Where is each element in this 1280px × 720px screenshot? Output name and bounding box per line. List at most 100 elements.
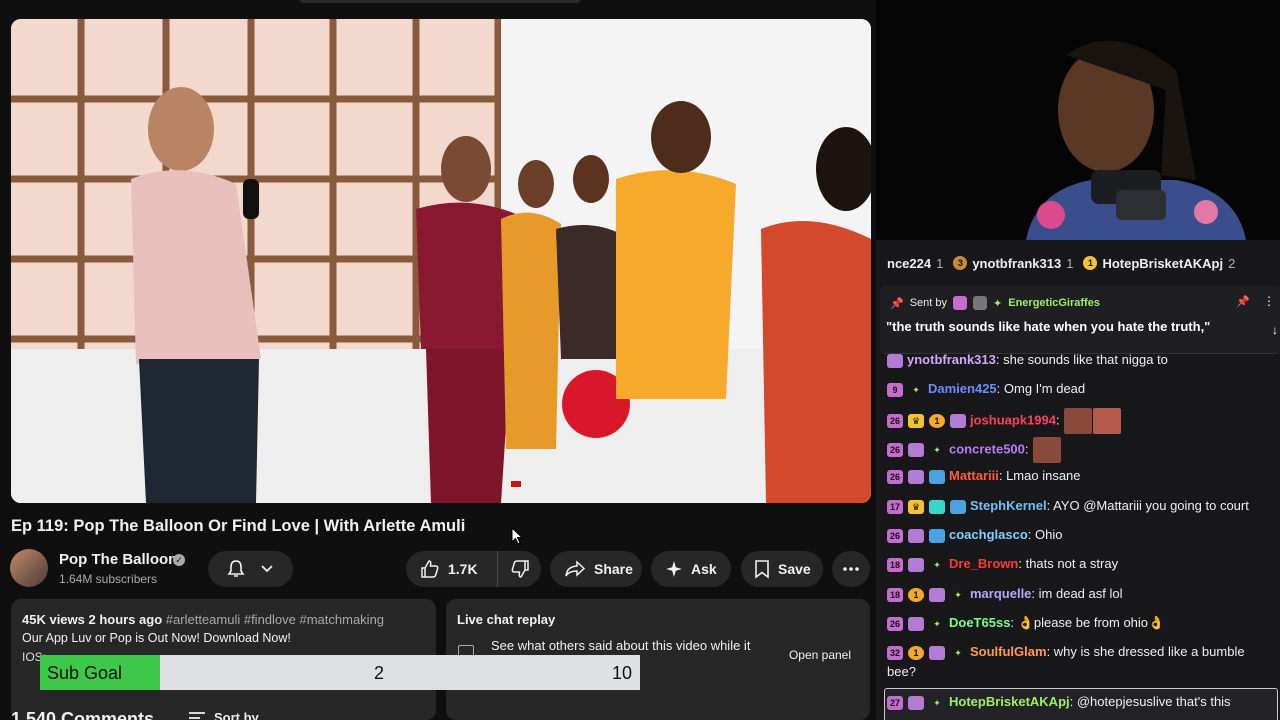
chat-username[interactable]: HotepBrisketAKApj — [949, 694, 1070, 709]
hype-count: 1 — [1066, 255, 1074, 271]
pinned-message[interactable]: 📌 Sent by ✦ EnergeticGiraffes "the truth… — [880, 286, 1280, 354]
chat-message: 26 coachglasco: Ohio — [887, 525, 1276, 545]
gift-badge-icon — [950, 414, 966, 428]
chat-username[interactable]: joshuapk1994 — [970, 412, 1056, 427]
months-badge-icon: 26 — [887, 528, 903, 543]
chat-message: 26 Mattariii: Lmao insane — [887, 466, 1276, 486]
ask-label: Ask — [691, 561, 717, 577]
chat-username[interactable]: Mattariii — [949, 468, 999, 483]
more-vertical-icon[interactable]: ⋮ — [1263, 294, 1275, 308]
ask-button[interactable]: Ask — [651, 551, 731, 587]
bits-badge-icon — [929, 499, 945, 514]
gift-badge-icon — [887, 353, 903, 368]
badge-number: 26 — [889, 445, 900, 455]
chat-message: 27 ✦ HotepBrisketAKApj: @hotepjesuslive th… — [887, 692, 1276, 712]
chat-username[interactable]: SoulfulGlam — [970, 644, 1047, 659]
badge-group: 32 1 ✦ — [887, 645, 966, 660]
star-badge-icon: ✦ — [933, 445, 941, 455]
chat-message: 9 ✦ Damien425: Omg I'm dead — [887, 379, 1276, 399]
hashtags[interactable]: #arletteamuli #findlove #matchmaking — [166, 612, 384, 627]
separator: : — [1069, 694, 1077, 709]
badge-group: 26 — [887, 469, 945, 484]
gift-badge-icon — [929, 587, 945, 602]
pin-small-icon: 📌 — [890, 297, 904, 310]
dislike-button[interactable] — [498, 551, 541, 587]
months-badge-icon: 9 — [887, 382, 903, 397]
share-button[interactable]: Share — [550, 551, 642, 587]
chat-username[interactable]: StephKernel — [970, 498, 1047, 513]
like-button[interactable]: 1.7K — [406, 551, 498, 587]
sub-goal-target: 10 — [611, 663, 632, 683]
webcam-feed — [876, 0, 1280, 240]
separator: : — [1024, 441, 1033, 457]
chat-username[interactable]: DoeT65ss — [949, 615, 1010, 630]
more-dots-icon — [843, 567, 859, 571]
chat-text: Ohio — [1035, 527, 1063, 542]
chat-text: 👌please be from ohio👌 — [1017, 615, 1165, 630]
youtube-page: Ep 119: Pop The Balloon Or Find Love | W… — [0, 0, 876, 720]
chat-username[interactable]: coachglasco — [949, 527, 1028, 542]
gift-badge-icon — [908, 557, 924, 572]
months-badge-icon: 26 — [887, 616, 903, 631]
views-and-time: 45K views 2 hours ago — [22, 612, 163, 627]
hype-count: 2 — [1228, 255, 1236, 271]
thumbs-down-icon — [511, 560, 529, 578]
chat-message: 17 ♛ StephKernel: AYO @Mattariii you going… — [887, 496, 1276, 516]
hype-count: 1 — [936, 255, 944, 271]
months-badge-icon: 1 — [908, 645, 924, 660]
badge-group: 26 ✦ — [887, 616, 945, 631]
chat-username[interactable]: concrete500 — [949, 441, 1025, 456]
badge-group: 18 1 ✦ — [887, 587, 966, 602]
star-badge-icon: ✦ — [954, 589, 962, 600]
hype-entry[interactable]: 3 ynotbfrank313 1 — [953, 256, 1073, 271]
save-button[interactable]: Save — [741, 551, 823, 587]
separator: : — [1018, 556, 1026, 571]
badge-number: 17 — [889, 501, 900, 512]
star-badge-icon: ✦ — [933, 559, 941, 570]
months-badge-icon: 26 — [887, 414, 903, 428]
badge-number: 9 — [892, 384, 898, 395]
months-badge-icon: 27 — [887, 695, 903, 710]
gift-badge-icon — [908, 443, 924, 457]
video-frame — [11, 19, 871, 503]
badge-number: 1 — [934, 416, 940, 426]
chat-message: 26 ♛ 1 joshuapk1994: — [887, 408, 1276, 434]
badge-number: 1 — [913, 589, 919, 600]
gift-badge-icon — [908, 528, 924, 543]
sub-badge-icon — [953, 296, 968, 310]
open-panel-button[interactable]: Open panel — [779, 645, 861, 665]
star-badge-icon: ✦ — [912, 384, 920, 395]
chat-username[interactable]: Damien425 — [928, 381, 997, 396]
notification-bell-button[interactable] — [208, 551, 293, 587]
hype-user: nce224 — [887, 255, 932, 271]
badge-number: 32 — [889, 647, 900, 658]
chat-username[interactable]: ynotbfrank313 — [907, 352, 996, 367]
chat-text: @hotepjesuslive that's this — [1076, 694, 1231, 709]
bookmark-icon — [755, 560, 769, 579]
chat-text: she sounds like that nigga to — [1003, 352, 1168, 367]
top-bar-edge — [300, 0, 580, 3]
crown-badge-icon: ♛ — [908, 414, 924, 428]
arrow-down-icon[interactable]: ↓ — [1272, 323, 1278, 337]
sort-by-button[interactable]: Sort by — [188, 710, 259, 720]
chat-username[interactable]: Dre_Brown — [949, 556, 1018, 571]
months-badge-icon: 1 — [929, 414, 945, 428]
separator: : — [1010, 615, 1018, 630]
bell-icon — [227, 560, 245, 577]
chat-username[interactable]: marquelle — [970, 586, 1031, 601]
chat-message: 26 ✦ DoeT65ss: 👌please be from ohio👌 — [887, 613, 1276, 633]
gift-badge-icon — [929, 645, 945, 660]
hype-entry[interactable]: nce224 1 — [887, 256, 943, 271]
more-actions-button[interactable] — [832, 551, 870, 587]
hype-entry[interactable]: 1 HotepBrisketAKApj 2 — [1083, 256, 1235, 271]
pinned-user[interactable]: EnergeticGiraffes — [1008, 297, 1100, 309]
like-dislike-group: 1.7K — [406, 551, 541, 587]
separator: : — [996, 381, 1004, 396]
video-player[interactable] — [11, 19, 871, 503]
channel-name[interactable]: Pop The Balloon — [59, 551, 177, 568]
badge-number: 18 — [889, 559, 900, 570]
channel-avatar[interactable] — [10, 549, 48, 587]
pin-icon[interactable]: 📌 — [1236, 295, 1250, 308]
badge-group: 18 ✦ — [887, 557, 945, 572]
months-badge-icon: 1 — [908, 587, 924, 602]
